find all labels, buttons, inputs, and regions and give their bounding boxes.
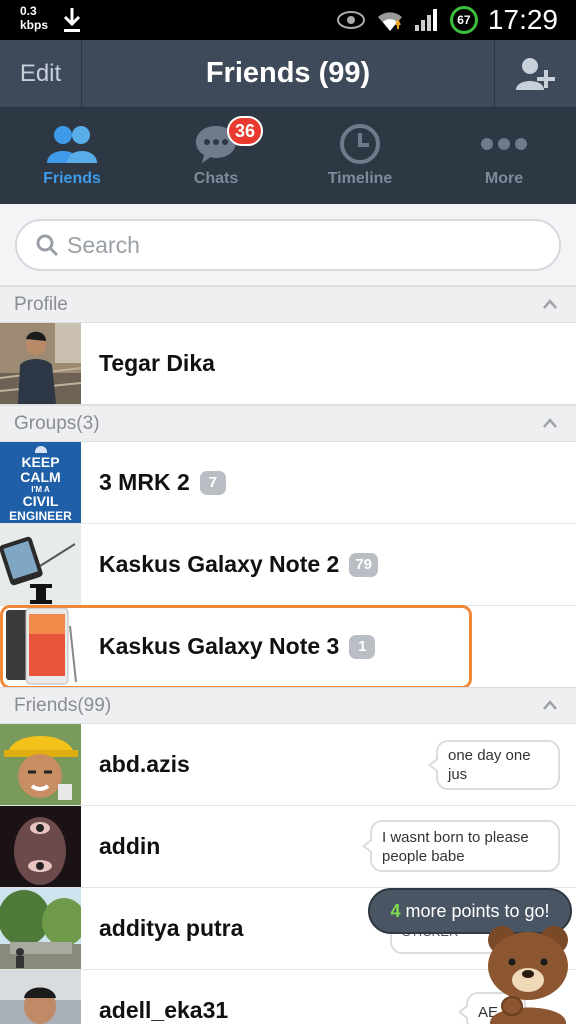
tab-chats-label: Chats bbox=[193, 170, 239, 187]
tab-friends-label: Friends bbox=[43, 170, 101, 187]
avatar bbox=[0, 606, 81, 687]
points-count: 4 bbox=[390, 900, 401, 921]
friend-name: addin bbox=[99, 833, 161, 859]
app-header: Edit Friends (99) bbox=[0, 40, 576, 108]
group-name: Kaskus Galaxy Note 3 bbox=[99, 633, 340, 659]
group-row[interactable]: Kaskus Galaxy Note 2 79 bbox=[0, 524, 576, 606]
search-placeholder: Search bbox=[67, 231, 140, 258]
friend-name: adell_eka31 bbox=[99, 997, 229, 1023]
add-friend-icon bbox=[515, 57, 555, 90]
group-avatar-text: KEEP bbox=[21, 454, 60, 470]
tab-more[interactable]: More bbox=[432, 108, 576, 204]
search-area: Search bbox=[0, 204, 576, 286]
avatar bbox=[0, 970, 81, 1024]
member-count-badge: 1 bbox=[349, 634, 376, 659]
avatar bbox=[0, 724, 81, 805]
section-header-groups[interactable]: Groups(3) bbox=[0, 405, 576, 442]
clock-icon bbox=[340, 124, 380, 164]
speed-unit: kbps bbox=[20, 18, 49, 32]
section-title: Profile bbox=[14, 293, 68, 315]
avatar bbox=[0, 888, 81, 969]
tab-chats[interactable]: 36 Chats bbox=[144, 108, 288, 204]
section-title: Friends(99) bbox=[14, 694, 112, 716]
tab-timeline-label: Timeline bbox=[327, 170, 393, 187]
group-avatar-text: CALM bbox=[20, 469, 61, 485]
chevron-up-icon bbox=[543, 700, 557, 710]
chevron-up-icon bbox=[543, 299, 557, 309]
tab-bar: Friends 36 Chats Timeline More bbox=[0, 108, 576, 204]
brown-bear-mascot-icon[interactable] bbox=[482, 922, 574, 1024]
group-name: 3 MRK 2 bbox=[99, 469, 190, 495]
clock-time: 17:29 bbox=[487, 4, 558, 35]
tab-timeline[interactable]: Timeline bbox=[288, 108, 432, 204]
group-row[interactable]: KEEP CALM I'M A CIVIL ENGINEER 3 MRK 2 7 bbox=[0, 442, 576, 524]
friend-name: abd.azis bbox=[99, 751, 190, 777]
profile-row[interactable]: Tegar Dika bbox=[0, 323, 576, 405]
wifi-icon bbox=[377, 12, 402, 31]
add-friend-button[interactable] bbox=[494, 40, 576, 107]
profile-name: Tegar Dika bbox=[99, 350, 215, 376]
status-bar: 0.3 kbps 67 17:29 bbox=[0, 0, 576, 40]
section-header-friends[interactable]: Friends(99) bbox=[0, 687, 576, 724]
battery-indicator: 67 bbox=[449, 6, 478, 34]
eye-icon bbox=[336, 11, 365, 29]
group-row[interactable]: Kaskus Galaxy Note 3 1 bbox=[0, 606, 576, 688]
speed-value: 0.3 bbox=[20, 4, 37, 18]
friend-row[interactable]: addin I wasnt born to please people babe bbox=[0, 806, 576, 888]
group-name: Kaskus Galaxy Note 2 bbox=[99, 551, 340, 577]
member-count-badge: 7 bbox=[199, 470, 226, 495]
search-input[interactable]: Search bbox=[15, 219, 561, 271]
signal-icon bbox=[414, 9, 437, 31]
tab-friends[interactable]: Friends bbox=[0, 108, 144, 204]
chevron-up-icon bbox=[543, 418, 557, 428]
download-icon bbox=[63, 8, 81, 32]
avatar bbox=[0, 806, 81, 887]
page-title: Friends (99) bbox=[205, 57, 371, 89]
search-icon bbox=[36, 234, 59, 257]
friend-name: additya putra bbox=[99, 915, 244, 941]
status-message: one day one jus bbox=[428, 740, 560, 790]
avatar bbox=[0, 524, 81, 605]
tab-more-label: More bbox=[484, 170, 524, 187]
avatar bbox=[0, 323, 81, 404]
more-dots-icon bbox=[481, 138, 527, 150]
section-header-profile[interactable]: Profile bbox=[0, 286, 576, 323]
status-message: I wasnt born to please people babe bbox=[362, 820, 560, 872]
friends-icon bbox=[47, 126, 97, 163]
chats-unread-badge: 36 bbox=[227, 116, 264, 146]
section-title: Groups(3) bbox=[14, 412, 100, 434]
group-avatar-text: CIVIL bbox=[22, 493, 59, 509]
group-avatar-text: ENGINEER bbox=[9, 509, 72, 523]
avatar: KEEP CALM I'M A CIVIL ENGINEER bbox=[0, 442, 81, 523]
network-speed: 0.3 kbps bbox=[20, 4, 48, 32]
edit-button[interactable]: Edit bbox=[0, 40, 82, 107]
friend-row[interactable]: abd.azis one day one jus bbox=[0, 724, 576, 806]
member-count-badge: 79 bbox=[349, 552, 379, 577]
points-text: more points to go! bbox=[405, 900, 550, 921]
